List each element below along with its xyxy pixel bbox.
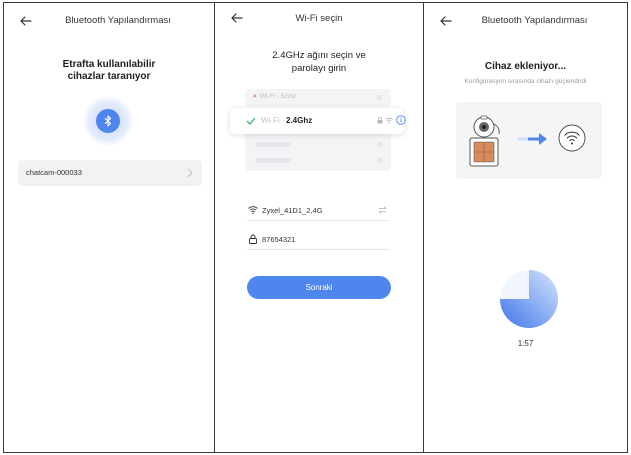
swap-icon[interactable] bbox=[378, 206, 387, 214]
next-button[interactable]: Sonraki bbox=[247, 276, 391, 299]
app-screens-frame: Bluetooth Yapılandırması Etrafta kullanı… bbox=[0, 0, 631, 455]
header: Bluetooth Yapılandırması bbox=[424, 13, 627, 33]
adding-subtitle: Konfigürasyon sırasında cihazı güçlendir… bbox=[464, 78, 587, 85]
placeholder-icon bbox=[377, 158, 382, 163]
scanning-heading: Etrafta kullanılabilir cihazlar taranıyo… bbox=[4, 59, 214, 83]
wifi-signal-icon bbox=[385, 117, 393, 124]
placeholder-bar bbox=[255, 142, 291, 147]
network-5ghz-label: Wi-Fi · 5Ghz bbox=[259, 93, 297, 100]
lock-icon bbox=[377, 117, 383, 124]
scanning-heading-line2: cihazlar taranıyor bbox=[67, 71, 151, 82]
network-24-name: 2.4Ghz bbox=[286, 116, 313, 125]
wifi-instruction: 2.4GHz ağını seçin ve parolayı girin bbox=[225, 49, 413, 75]
password-field[interactable]: 87654321 bbox=[247, 230, 389, 250]
info-icon[interactable] bbox=[396, 115, 406, 125]
bluetooth-icon bbox=[96, 109, 120, 133]
device-name: chatcam-000033 bbox=[26, 168, 82, 177]
scanning-heading-line1: Etrafta kullanılabilir bbox=[62, 59, 156, 70]
network-option-24ghz[interactable]: Wi-Fi · 2.4Ghz bbox=[230, 108, 406, 134]
spinner-icon bbox=[500, 270, 558, 328]
header: Bluetooth Yapılandırması bbox=[4, 13, 214, 33]
placeholder-icon bbox=[377, 142, 382, 147]
password-value: 87654321 bbox=[262, 235, 296, 244]
pairing-illustration bbox=[456, 102, 602, 179]
header: Wi-Fi seçin bbox=[215, 13, 423, 33]
unsupported-x-icon: × bbox=[253, 93, 257, 100]
network-option-5ghz[interactable]: × Wi-Fi · 5Ghz bbox=[253, 93, 296, 100]
ssid-value: Zyxel_41D1_2,4G bbox=[262, 206, 323, 215]
countdown-timer: 1:57 bbox=[517, 339, 534, 348]
page-title: Wi-Fi seçin bbox=[295, 13, 343, 24]
adding-heading: Cihaz ekleniyor... bbox=[484, 61, 567, 72]
placeholder-icon bbox=[377, 95, 382, 100]
ssid-field[interactable]: Zyxel_41D1_2,4G bbox=[247, 201, 389, 221]
wifi-instruction-line2: parolayı girin bbox=[291, 63, 347, 74]
check-icon bbox=[246, 117, 256, 125]
page-title: Bluetooth Yapılandırması bbox=[65, 15, 171, 26]
bluetooth-scan-screen: Bluetooth Yapılandırması Etrafta kullanı… bbox=[3, 2, 215, 453]
wifi-instruction-line1: 2.4GHz ağını seçin ve bbox=[272, 50, 366, 61]
wifi-icon bbox=[248, 206, 258, 214]
network-list-bg bbox=[245, 131, 391, 171]
page-title: Bluetooth Yapılandırması bbox=[481, 15, 588, 26]
camera-icon bbox=[469, 115, 500, 167]
arrow-right-icon bbox=[518, 133, 547, 145]
lock-icon bbox=[249, 234, 257, 244]
placeholder-bar bbox=[255, 158, 291, 163]
wifi-icon bbox=[558, 124, 586, 152]
chevron-right-icon bbox=[187, 168, 193, 178]
wifi-select-screen: Wi-Fi seçin 2.4GHz ağını seçin ve parola… bbox=[214, 2, 424, 453]
adding-device-screen: Bluetooth Yapılandırması Cihaz ekleniyor… bbox=[423, 2, 628, 453]
device-list-item[interactable]: chatcam-000033 bbox=[18, 160, 202, 186]
network-24-prefix: Wi-Fi · bbox=[261, 116, 285, 125]
